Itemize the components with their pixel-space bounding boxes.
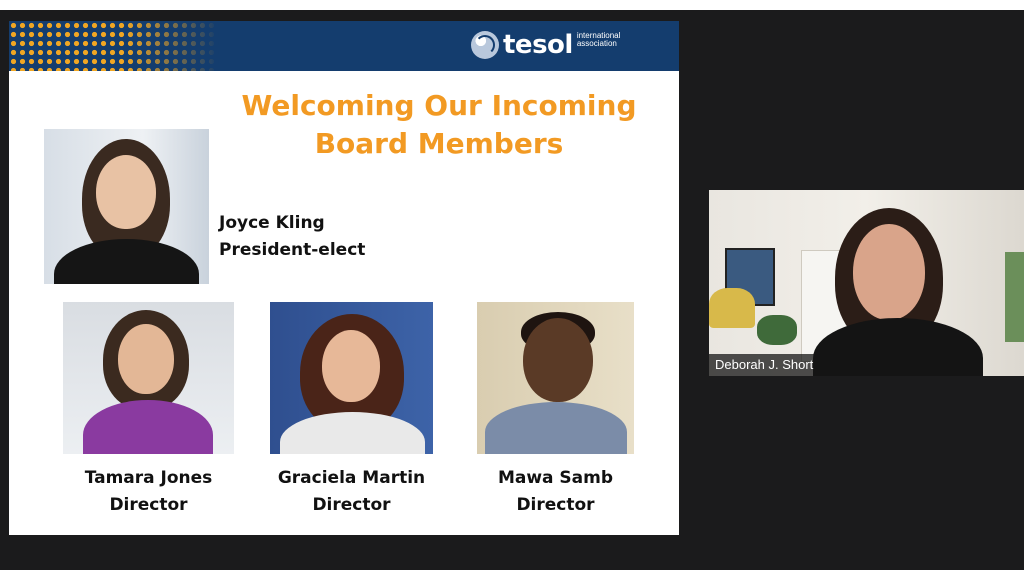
logo-subtitle: international association xyxy=(576,31,621,48)
top-edge xyxy=(0,0,1024,10)
logo-wordmark: tesol xyxy=(503,30,573,60)
slide-banner: tesol international association xyxy=(9,21,679,71)
globe-icon xyxy=(471,31,499,59)
participant-name-label: Deborah J. Short xyxy=(709,354,821,376)
featured-name: Joyce Kling xyxy=(219,213,325,233)
right-painting xyxy=(1005,252,1024,342)
member-name: Graciela Martin xyxy=(277,468,426,488)
shared-slide[interactable]: tesol international association Welcomin… xyxy=(9,21,679,535)
slide-title: Welcoming Our Incoming Board Members xyxy=(241,89,637,160)
member-photo xyxy=(477,302,634,454)
tesol-logo: tesol international association xyxy=(471,25,637,65)
featured-role: President-elect xyxy=(219,240,366,260)
flowers xyxy=(709,288,755,328)
member-name: Mawa Samb xyxy=(497,468,614,488)
member-role: Director xyxy=(312,495,391,515)
member-name: Tamara Jones xyxy=(84,468,213,488)
member-photo xyxy=(270,302,433,454)
member-role: Director xyxy=(516,495,595,515)
participant-video[interactable]: Deborah J. Short xyxy=(709,190,1024,376)
plant xyxy=(757,315,797,345)
dot-pattern xyxy=(9,21,219,71)
member-role: Director xyxy=(109,495,188,515)
featured-photo xyxy=(44,129,209,284)
member-photo xyxy=(63,302,234,454)
